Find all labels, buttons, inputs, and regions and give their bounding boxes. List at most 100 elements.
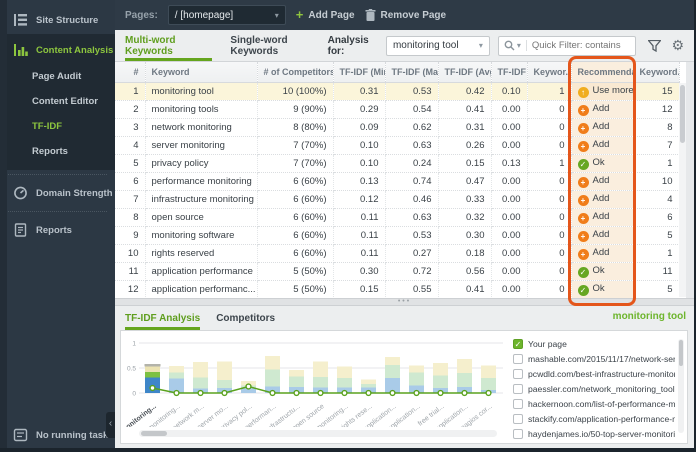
- legend-item[interactable]: paessler.com/network_monitoring_tool: [513, 381, 675, 396]
- col-keyword[interactable]: Keyword: [145, 62, 258, 83]
- sidebar-item-content-editor[interactable]: Content Editor: [0, 89, 115, 114]
- chart-bar-segment[interactable]: [313, 361, 328, 378]
- col-tfidf-yours[interactable]: TF-IDF (Y...: [491, 62, 528, 83]
- table-row[interactable]: 6 performance monitoring 6 (60%) 0.13 0.…: [115, 172, 680, 191]
- table-row[interactable]: 10 rights reserved 6 (60%) 0.11 0.27 0.1…: [115, 244, 680, 263]
- line-marker[interactable]: [245, 383, 252, 390]
- col-keyword-count1[interactable]: Keywor...: [527, 62, 572, 83]
- table-row[interactable]: 1 monitoring tool 10 (100%) 0.31 0.53 0.…: [115, 82, 680, 101]
- line-marker[interactable]: [317, 389, 324, 397]
- legend-item[interactable]: pcwdld.com/best-infrastructure-monitorin…: [513, 366, 675, 381]
- chart-bar-segment[interactable]: [169, 366, 184, 373]
- chart-bar-segment[interactable]: [409, 372, 424, 386]
- legend-scrollbar[interactable]: [678, 339, 684, 433]
- col-competitors[interactable]: # of Competitors ▼: [257, 62, 334, 83]
- checkbox-unchecked-icon[interactable]: [513, 413, 523, 424]
- chart-bar-segment[interactable]: [217, 361, 232, 381]
- line-marker[interactable]: [197, 389, 204, 397]
- line-marker[interactable]: [221, 389, 228, 397]
- chart-bar-segment[interactable]: [337, 378, 352, 388]
- legend-item[interactable]: hackernoon.com/list-of-performance-monit…: [513, 396, 675, 411]
- sidebar-item-content-analysis[interactable]: Content Analysis: [0, 36, 115, 64]
- chart-bar-segment[interactable]: [265, 356, 280, 370]
- chart-bar-segment[interactable]: [481, 365, 496, 379]
- chart-bar-segment[interactable]: [433, 375, 448, 389]
- filter-button[interactable]: [648, 39, 662, 52]
- col-tfidf-max[interactable]: TF-IDF (Max): [385, 62, 439, 83]
- chart-bar-segment[interactable]: [145, 372, 160, 378]
- checkbox-checked-icon[interactable]: ✓: [513, 338, 523, 349]
- line-marker[interactable]: [437, 389, 444, 397]
- line-marker[interactable]: [173, 389, 180, 397]
- line-marker[interactable]: [485, 389, 492, 397]
- settings-button[interactable]: ⚙: [671, 37, 684, 54]
- chart-bar-segment[interactable]: [457, 373, 472, 387]
- table-row[interactable]: 5 privacy policy 7 (70%) 0.10 0.24 0.15 …: [115, 154, 680, 173]
- chart-bar-segment[interactable]: [217, 380, 232, 388]
- chart-bar-segment[interactable]: [265, 369, 280, 387]
- line-marker[interactable]: [341, 389, 348, 397]
- add-page-button[interactable]: + Add Page: [296, 8, 355, 21]
- table-row[interactable]: 7 infrastructure monitoring 6 (60%) 0.12…: [115, 190, 680, 209]
- col-keyword-count2[interactable]: Keyword...: [633, 62, 680, 83]
- chart-bar-segment[interactable]: [361, 379, 376, 385]
- line-marker[interactable]: [389, 389, 396, 397]
- remove-page-button[interactable]: Remove Page: [365, 9, 446, 21]
- chart-bar-segment[interactable]: [193, 377, 208, 389]
- sidebar-item-domain-strength[interactable]: Domain Strength: [0, 179, 115, 207]
- chart-horizontal-scrollbar[interactable]: [139, 430, 497, 437]
- line-marker[interactable]: [269, 389, 276, 397]
- chart-bar-segment[interactable]: [385, 365, 400, 378]
- table-vertical-scrollbar[interactable]: [679, 83, 686, 297]
- col-tfidf-avg[interactable]: TF-IDF (Avg): [438, 62, 492, 83]
- sidebar-item-page-audit[interactable]: Page Audit: [0, 64, 115, 89]
- chart-bar-segment[interactable]: [337, 366, 352, 379]
- chart-bar-segment[interactable]: [409, 365, 424, 373]
- table-row[interactable]: 8 open source 6 (60%) 0.11 0.63 0.32 0.0…: [115, 208, 680, 227]
- col-tfidf-min[interactable]: TF-IDF (Min): [333, 62, 386, 83]
- chart-bar-segment[interactable]: [385, 357, 400, 365]
- chart-bar-segment[interactable]: [361, 384, 376, 388]
- chart-bar-segment[interactable]: [457, 359, 472, 373]
- tab-multi-word-keywords[interactable]: Multi-word Keywords: [125, 30, 213, 61]
- scrollbar-thumb[interactable]: [141, 431, 167, 436]
- legend-item[interactable]: stackify.com/application-performance-man…: [513, 411, 675, 426]
- line-marker[interactable]: [413, 389, 420, 397]
- line-marker[interactable]: [461, 389, 468, 397]
- legend-item[interactable]: mashable.com/2015/11/17/network-server-t: [513, 351, 675, 366]
- table-row[interactable]: 11 application performance 5 (50%) 0.30 …: [115, 262, 680, 281]
- table-row[interactable]: 3 network monitoring 8 (80%) 0.09 0.62 0…: [115, 118, 680, 137]
- legend-item[interactable]: haydenjames.io/50-top-server-monitoring-…: [513, 426, 675, 440]
- line-marker[interactable]: [149, 384, 156, 392]
- sidebar-item-site-structure[interactable]: Site Structure: [0, 6, 115, 34]
- sidebar-item-reports-sub[interactable]: Reports: [0, 139, 115, 164]
- sidebar-item-tfidf[interactable]: TF-IDF: [0, 114, 115, 139]
- chart-bar-segment[interactable]: [145, 366, 160, 373]
- quick-filter-input[interactable]: [526, 40, 636, 51]
- analysis-for-dropdown[interactable]: monitoring tool ▾: [385, 35, 490, 56]
- col-recommendation[interactable]: Recommenda...: [571, 62, 634, 83]
- chart-bar-segment[interactable]: [193, 362, 208, 378]
- chart-bar-segment[interactable]: [433, 363, 448, 376]
- tab-tfidf-analysis[interactable]: TF-IDF Analysis: [125, 306, 201, 330]
- scrollbar-thumb[interactable]: [680, 85, 685, 143]
- table-row[interactable]: 4 server monitoring 7 (70%) 0.10 0.63 0.…: [115, 136, 680, 155]
- chart-bar-segment[interactable]: [289, 370, 304, 377]
- chart-bar-segment[interactable]: [289, 376, 304, 388]
- line-marker[interactable]: [293, 389, 300, 397]
- scrollbar-thumb[interactable]: [679, 340, 683, 366]
- col-index[interactable]: #: [115, 62, 146, 83]
- checkbox-unchecked-icon[interactable]: [513, 383, 523, 394]
- chart-bar-segment[interactable]: [481, 378, 496, 390]
- checkbox-unchecked-icon[interactable]: [513, 428, 523, 439]
- sidebar-item-reports[interactable]: Reports: [0, 216, 115, 244]
- checkbox-unchecked-icon[interactable]: [513, 353, 523, 364]
- table-row[interactable]: 9 monitoring software 6 (60%) 0.11 0.53 …: [115, 226, 680, 245]
- tab-competitors[interactable]: Competitors: [216, 306, 275, 330]
- sidebar-collapse-handle[interactable]: ‹: [106, 412, 115, 438]
- tab-single-word-keywords[interactable]: Single-word Keywords: [230, 30, 323, 61]
- checkbox-unchecked-icon[interactable]: [513, 398, 523, 409]
- table-row[interactable]: 2 monitoring tools 9 (90%) 0.29 0.54 0.4…: [115, 100, 680, 119]
- panel-splitter[interactable]: •••: [115, 298, 694, 306]
- legend-item[interactable]: ✓ Your page: [513, 336, 675, 351]
